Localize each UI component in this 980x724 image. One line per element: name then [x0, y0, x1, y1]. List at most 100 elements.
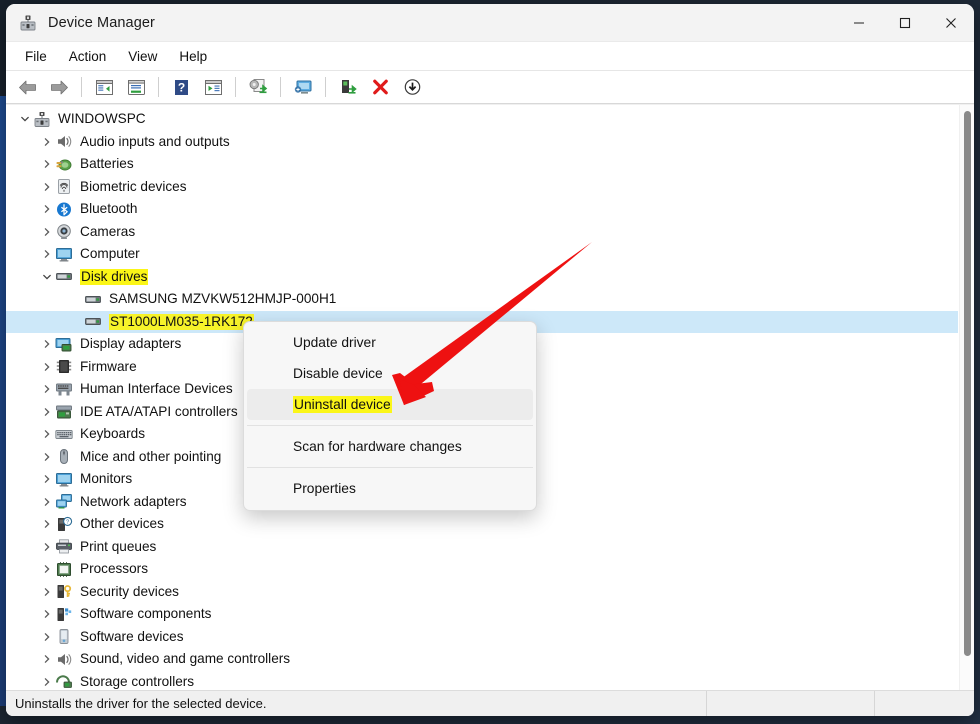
battery-icon — [55, 156, 73, 173]
chevron-right-icon[interactable] — [39, 404, 55, 420]
back-arrow-icon[interactable] — [12, 74, 42, 101]
tree-item-storage-controllers[interactable]: Storage controllers — [6, 671, 958, 691]
firmware-chip-icon — [55, 358, 73, 375]
chevron-right-icon[interactable] — [39, 426, 55, 442]
help-icon[interactable]: ? — [166, 74, 196, 101]
tree-item-batteries[interactable]: Batteries — [6, 153, 958, 176]
tree-item-disk-drives[interactable]: Disk drives — [6, 266, 958, 289]
context-menu-item-properties[interactable]: Properties — [247, 473, 533, 504]
menu-action[interactable]: Action — [58, 45, 118, 68]
fingerprint-icon — [55, 178, 73, 195]
scrollbar-thumb[interactable] — [964, 111, 971, 656]
context-menu: Update driver Disable device Uninstall d… — [243, 321, 537, 511]
mouse-icon — [55, 448, 73, 465]
chevron-right-icon[interactable] — [39, 606, 55, 622]
chevron-right-icon[interactable] — [39, 471, 55, 487]
disk-drive-icon — [84, 313, 102, 330]
tree-item-software-devices[interactable]: Software devices — [6, 626, 958, 649]
chevron-right-icon[interactable] — [39, 179, 55, 195]
chevron-right-icon[interactable] — [39, 561, 55, 577]
properties-icon[interactable] — [121, 74, 151, 101]
monitor-icon — [55, 246, 73, 263]
tree-item-label: Batteries — [80, 157, 134, 171]
chevron-right-icon[interactable] — [39, 449, 55, 465]
tree-item-biometric-devices[interactable]: Biometric devices — [6, 176, 958, 199]
toolbar-separator — [235, 77, 236, 97]
tree-item-sound-video-and-game-controllers[interactable]: Sound, video and game controllers — [6, 648, 958, 671]
context-menu-item-update-driver[interactable]: Update driver — [247, 327, 533, 358]
tree-item-audio-inputs-and-outputs[interactable]: Audio inputs and outputs — [6, 131, 958, 154]
keyboard-icon — [55, 426, 73, 443]
chevron-right-icon[interactable] — [39, 584, 55, 600]
chevron-down-icon[interactable] — [39, 269, 55, 285]
chevron-right-icon[interactable] — [39, 674, 55, 690]
vertical-scrollbar[interactable] — [959, 105, 974, 690]
hid-icon — [55, 381, 73, 398]
tree-item-label: Sound, video and game controllers — [80, 652, 290, 666]
context-menu-item-disable-device[interactable]: Disable device — [247, 358, 533, 389]
chevron-down-icon[interactable] — [17, 111, 33, 127]
tree-item-samsung-disk[interactable]: SAMSUNG MZVKW512HMJP-000H1 — [6, 288, 958, 311]
tree-item-label: Firmware — [80, 360, 137, 374]
maximize-button[interactable] — [882, 4, 928, 42]
display-adapter-icon — [55, 336, 73, 353]
context-menu-item-uninstall-device[interactable]: Uninstall device — [247, 389, 533, 420]
chevron-right-icon[interactable] — [39, 201, 55, 217]
scan-hardware-changes-icon[interactable] — [288, 74, 318, 101]
tree-item-processors[interactable]: Processors — [6, 558, 958, 581]
tree-item-label: SAMSUNG MZVKW512HMJP-000H1 — [109, 292, 336, 306]
context-menu-item-scan-for-hardware-changes[interactable]: Scan for hardware changes — [247, 431, 533, 462]
menu-view[interactable]: View — [117, 45, 168, 68]
scan-icon[interactable] — [198, 74, 228, 101]
tree-item-windowspc[interactable]: WINDOWSPC — [6, 108, 958, 131]
minimize-button[interactable] — [836, 4, 882, 42]
show-hide-console-tree-icon[interactable] — [89, 74, 119, 101]
tree-item-security-devices[interactable]: Security devices — [6, 581, 958, 604]
tree-item-computer[interactable]: Computer — [6, 243, 958, 266]
close-button[interactable] — [928, 4, 974, 42]
context-menu-item-label: Scan for hardware changes — [293, 439, 462, 454]
chevron-right-icon[interactable] — [39, 539, 55, 555]
context-menu-item-label: Properties — [293, 481, 356, 496]
chevron-right-icon[interactable] — [39, 629, 55, 645]
chevron-right-icon[interactable] — [39, 516, 55, 532]
disk-drive-icon — [55, 268, 73, 285]
chevron-right-icon[interactable] — [39, 224, 55, 240]
tree-item-cameras[interactable]: Cameras — [6, 221, 958, 244]
chevron-right-icon[interactable] — [39, 381, 55, 397]
chevron-right-icon[interactable] — [39, 156, 55, 172]
update-driver-icon[interactable] — [243, 74, 273, 101]
tree-item-label: Display adapters — [80, 337, 181, 351]
chevron-right-icon[interactable] — [39, 246, 55, 262]
window-title: Device Manager — [48, 15, 155, 31]
speaker-icon — [55, 133, 73, 150]
device-manager-icon — [19, 14, 37, 32]
disable-device-icon[interactable] — [397, 74, 427, 101]
tree-item-label: ST1000LM035-1RK172 — [109, 314, 254, 330]
tree-item-software-components[interactable]: Software components — [6, 603, 958, 626]
tree-item-label: IDE ATA/ATAPI controllers — [80, 405, 238, 419]
menu-help[interactable]: Help — [168, 45, 218, 68]
chevron-right-icon[interactable] — [39, 494, 55, 510]
network-adapter-icon — [55, 493, 73, 510]
title-bar[interactable]: Device Manager — [6, 4, 974, 42]
tree-item-bluetooth[interactable]: Bluetooth — [6, 198, 958, 221]
tree-item-print-queues[interactable]: Print queues — [6, 536, 958, 559]
toolbar-separator — [158, 77, 159, 97]
ide-controller-icon — [55, 403, 73, 420]
forward-arrow-icon[interactable] — [44, 74, 74, 101]
processor-icon — [55, 561, 73, 578]
enable-device-icon[interactable] — [333, 74, 363, 101]
tree-item-other-devices[interactable]: ? Other devices — [6, 513, 958, 536]
chevron-right-icon[interactable] — [39, 359, 55, 375]
menu-file[interactable]: File — [14, 45, 58, 68]
tree-item-label: Security devices — [80, 585, 179, 599]
tree-item-label: Biometric devices — [80, 180, 187, 194]
uninstall-device-icon[interactable] — [365, 74, 395, 101]
computer-tower-icon — [33, 111, 51, 128]
chevron-right-icon[interactable] — [39, 134, 55, 150]
chevron-right-icon[interactable] — [39, 651, 55, 667]
software-component-icon — [55, 606, 73, 623]
tree-item-label: Bluetooth — [80, 202, 137, 216]
chevron-right-icon[interactable] — [39, 336, 55, 352]
